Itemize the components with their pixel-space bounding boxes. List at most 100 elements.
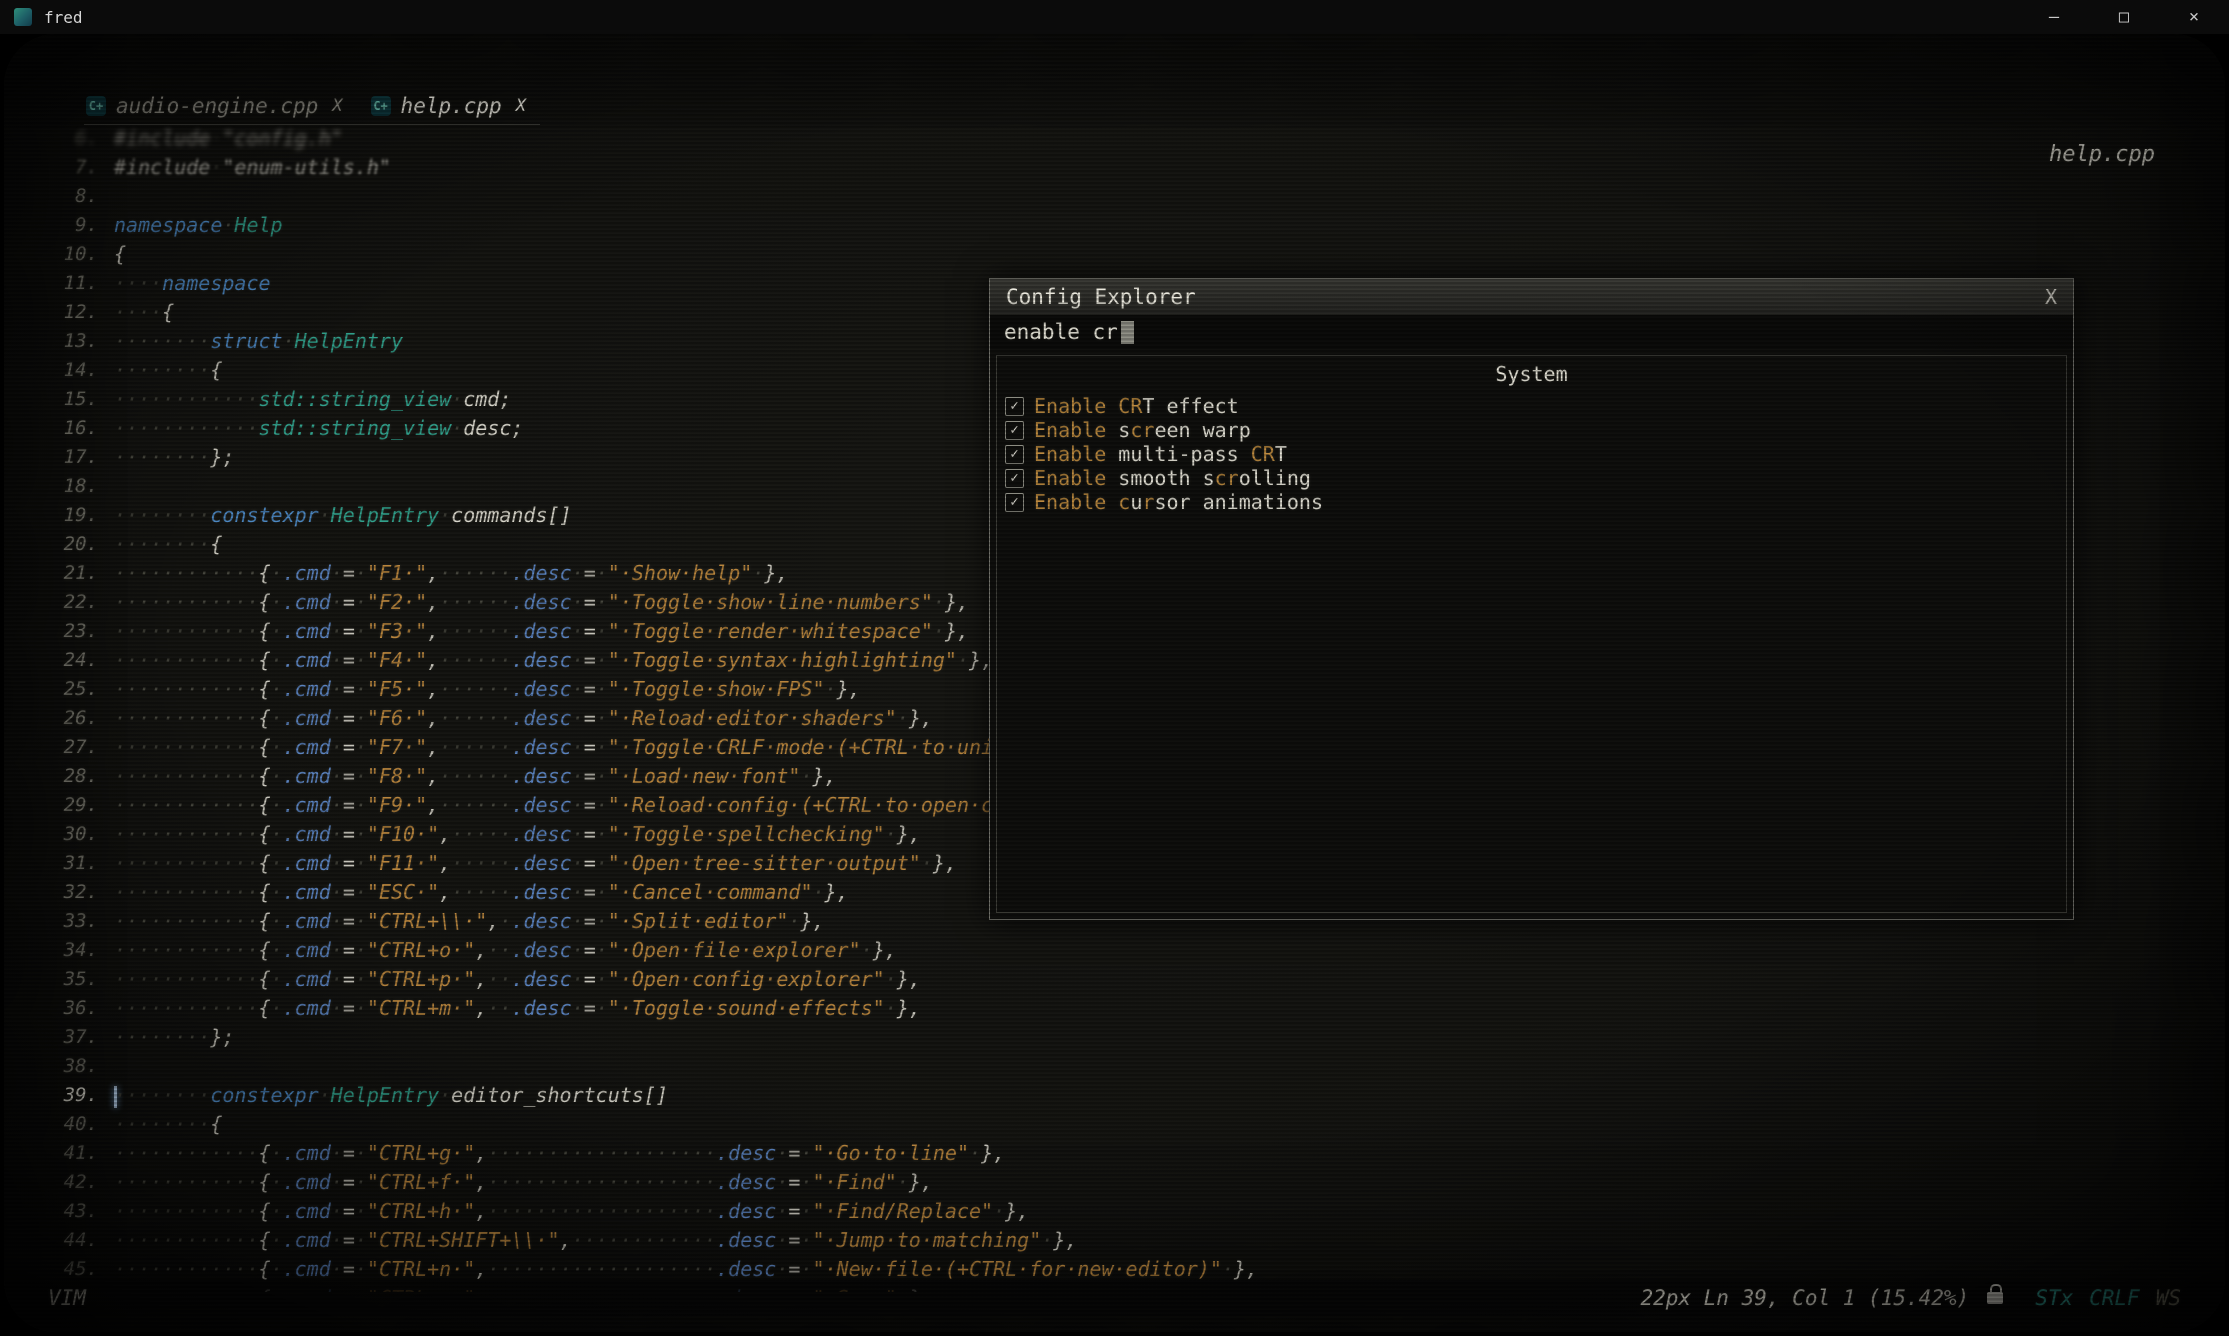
code-text: ············{·.cmd·=·"F8·",······.desc·=… (114, 762, 837, 791)
config-explorer-title: Config Explorer (1006, 285, 1196, 309)
config-explorer-titlebar: Config Explorer X (990, 279, 2073, 315)
line-number: 6. (38, 124, 114, 153)
line-number: 20. (38, 530, 114, 559)
config-item[interactable]: ✓Enable cursor animations (997, 490, 2066, 514)
code-line: 7.#include·"enum-utils.h" (38, 153, 2209, 182)
cpp-file-icon: C+ (371, 96, 391, 116)
code-line: 44.············{·.cmd·=·"CTRL+SHIFT+\\·"… (38, 1226, 2209, 1255)
config-search-input[interactable]: enable cr (990, 315, 2073, 349)
code-text: ············{·.cmd·=·"F6·",······.desc·=… (114, 704, 933, 733)
code-text: ············{·.cmd·=·"F3·",······.desc·=… (114, 617, 969, 646)
status-flag-CRLF: CRLF (2089, 1286, 2140, 1310)
config-explorer-body: System ✓ Enable CRT effect✓Enable screen … (996, 355, 2067, 913)
checkbox-checked-icon[interactable]: ✓ (1005, 397, 1024, 416)
tab-bar: C+audio-engine.cppXC+help.cppX (84, 94, 540, 125)
code-line: 8. (38, 182, 2209, 211)
line-number: 13. (38, 327, 114, 356)
line-number: 19. (38, 501, 114, 530)
config-item[interactable]: ✓ Enable smooth scrolling (997, 466, 2066, 490)
vim-mode-indicator: VIM (48, 1286, 86, 1310)
line-number: 31. (38, 849, 114, 878)
line-number: 44. (38, 1226, 114, 1255)
line-number: 41. (38, 1139, 114, 1168)
tab-audio-engine.cpp[interactable]: C+ audio-engine.cpp X (86, 94, 343, 118)
code-line: 43.············{·.cmd·=·"CTRL+h·",······… (38, 1197, 2209, 1226)
line-number: 14. (38, 356, 114, 385)
line-number: 17. (38, 443, 114, 472)
status-flags: STxCRLFWS (2019, 1286, 2181, 1310)
status-flag-STx: STx (2035, 1286, 2073, 1310)
tab-close-button[interactable]: X (332, 96, 342, 116)
tab-help.cpp[interactable]: C+help.cppX (371, 94, 526, 118)
config-item-label: Enable smooth scrolling (1034, 466, 1311, 490)
line-number: 40. (38, 1110, 114, 1139)
config-item[interactable]: ✓Enable screen warp (997, 418, 2066, 442)
line-number: 34. (38, 936, 114, 965)
code-text: ········{ (114, 530, 222, 559)
code-line: 36.············{·.cmd·=·"CTRL+m·",··.des… (38, 994, 2209, 1023)
code-line: 40.········{ (38, 1110, 2209, 1139)
code-text: ········constexpr·HelpEntry·commands[] (114, 501, 572, 530)
code-text: ········}; (114, 443, 234, 472)
code-text: ············{·.cmd·=·"CTRL+o·",··.desc·=… (114, 936, 897, 965)
code-text: ············std::string_view·cmd; (114, 385, 511, 414)
config-item-label: Enable CRT effect (1034, 394, 1239, 418)
code-text: ············{·.cmd·=·"F1·",······.desc·=… (114, 559, 788, 588)
code-text: ············{·.cmd·=·"F4·",······.desc·=… (114, 646, 993, 675)
line-number: 16. (38, 414, 114, 443)
code-text: ············{·.cmd·=·"CTRL+h·",·········… (114, 1197, 1029, 1226)
code-text: ············{·.cmd·=·"F11·",·····.desc·=… (114, 849, 957, 878)
line-number: 27. (38, 733, 114, 762)
cpp-file-icon: C+ (86, 96, 106, 116)
code-text: ············{·.cmd·=·"CTRL+SHIFT+\\·",··… (114, 1226, 1077, 1255)
config-section-title: System (997, 362, 2066, 386)
line-number: 23. (38, 617, 114, 646)
line-number: 18. (38, 472, 114, 501)
checkbox-checked-icon[interactable]: ✓ (1005, 445, 1024, 464)
line-number: 39. (38, 1081, 114, 1110)
maximize-button[interactable]: □ (2089, 0, 2159, 34)
code-text: namespace·Help (114, 211, 283, 240)
window-titlebar: fred — □ × (0, 0, 2229, 34)
code-text: { (114, 240, 126, 269)
code-line: 35.············{·.cmd·=·"CTRL+p·",··.des… (38, 965, 2209, 994)
line-number: 42. (38, 1168, 114, 1197)
code-text: #include·"enum-utils.h" (114, 153, 391, 182)
checkbox-checked-icon[interactable]: ✓ (1005, 469, 1024, 488)
code-text: #include·"config.h" (114, 124, 343, 153)
cursor-position-indicator: 22px Ln 39, Col 1 (15.42%) (1640, 1286, 1969, 1310)
text-cursor (1121, 321, 1134, 344)
code-line: 39.········constexpr·HelpEntry·editor_sh… (38, 1081, 2209, 1110)
config-items: ✓Enable CRT effect✓Enable screen warp✓En… (997, 394, 2066, 514)
line-number: 36. (38, 994, 114, 1023)
line-number: 11. (38, 269, 114, 298)
window-title: fred (44, 8, 83, 27)
line-number: 22. (38, 588, 114, 617)
line-number: 12. (38, 298, 114, 327)
tab-close-button[interactable]: X (516, 96, 526, 116)
code-text: ········struct·HelpEntry (114, 327, 403, 356)
code-text: ············{·.cmd·=·"CTRL+\\·",·.desc·=… (114, 907, 825, 936)
config-item[interactable]: ✓Enable multi-pass CRT (997, 442, 2066, 466)
tab-label: audio-engine.cpp (116, 94, 318, 118)
line-number: 33. (38, 907, 114, 936)
code-line: 9.namespace·Help (38, 211, 2209, 240)
code-line: 6.#include·"config.h" (38, 124, 2209, 153)
line-number: 15. (38, 385, 114, 414)
line-number: 9. (38, 211, 114, 240)
line-number: 35. (38, 965, 114, 994)
lock-icon (1987, 1292, 2003, 1304)
line-number: 30. (38, 820, 114, 849)
config-item[interactable]: ✓ Enable CRT effect (997, 394, 2066, 418)
code-text: ····{ (114, 298, 174, 327)
minimize-button[interactable]: — (2019, 0, 2089, 34)
window-controls: — □ × (2019, 0, 2229, 34)
line-number: 25. (38, 675, 114, 704)
config-explorer-close-button[interactable]: X (2045, 285, 2057, 309)
line-number: 7. (38, 153, 114, 182)
close-button[interactable]: × (2159, 0, 2229, 34)
code-line: 34.············{·.cmd·=·"CTRL+o·",··.des… (38, 936, 2209, 965)
checkbox-checked-icon[interactable]: ✓ (1005, 493, 1024, 512)
checkbox-checked-icon[interactable]: ✓ (1005, 421, 1024, 440)
line-number: 37. (38, 1023, 114, 1052)
